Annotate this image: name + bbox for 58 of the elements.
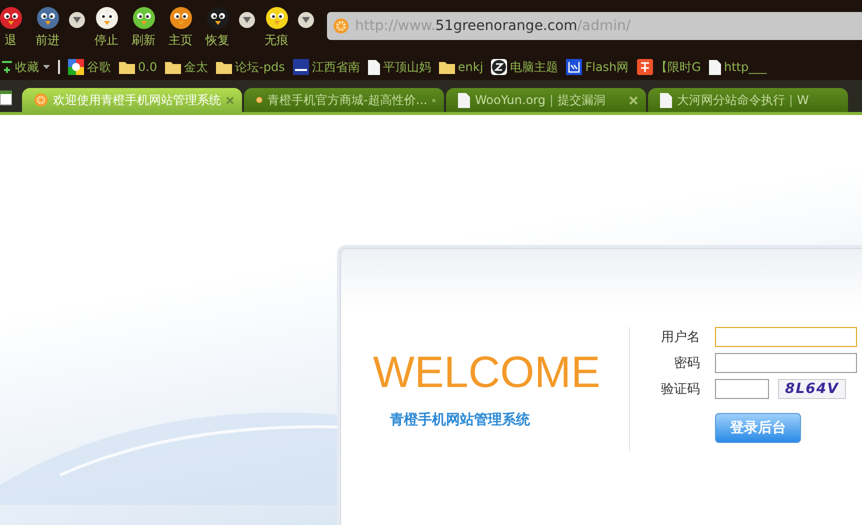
site-logo-icon	[566, 59, 582, 76]
toolbar-button[interactable]: 主页	[162, 0, 199, 49]
folder-icon	[165, 60, 182, 74]
folder-icon	[216, 60, 232, 74]
toolbar-button[interactable]: 停止	[88, 0, 125, 49]
system-title: 青橙手机网站管理系统	[390, 411, 531, 429]
input-field[interactable]	[715, 353, 857, 373]
bookmark-link[interactable]: Flash网	[566, 58, 629, 76]
toolbar-button[interactable]: 恢复	[199, 0, 236, 49]
field-label: 用户名	[660, 329, 700, 346]
bookmark-link[interactable]: http___	[708, 60, 767, 75]
captcha-field[interactable]	[715, 379, 769, 399]
tab-title: 欢迎使用青橙手机网站管理系统	[53, 92, 222, 109]
tab-title: 大河网分站命令执行｜W	[677, 92, 810, 109]
folder-icon	[119, 60, 135, 74]
page-icon	[660, 92, 672, 108]
tab-title: WooYun.org｜提交漏洞	[475, 92, 607, 109]
bookmark-link[interactable]: 【限时G	[636, 58, 701, 76]
folder-icon	[438, 60, 455, 74]
dropdown-button[interactable]	[69, 12, 85, 28]
close-icon[interactable]	[226, 96, 234, 105]
toolbar-button[interactable]: 退	[0, 0, 29, 49]
bookmark-link[interactable]: 江西省南	[292, 58, 360, 76]
bookmark-link[interactable]: 论坛-pds	[216, 58, 285, 76]
citrus-slice-icon	[333, 18, 349, 34]
caret-icon	[302, 17, 310, 23]
page-icon	[458, 92, 470, 108]
dropdown-button[interactable]	[298, 12, 314, 28]
plus-icon	[2, 60, 12, 74]
citrus-slice-icon	[34, 92, 48, 108]
bookmark-link[interactable]: 收藏	[2, 58, 39, 76]
toolbar-button[interactable]: 前进	[29, 0, 66, 49]
page-icon	[368, 60, 380, 75]
site-logo-icon	[68, 59, 84, 76]
bookmark-link[interactable]: 平顶山妈	[368, 58, 431, 76]
input-field[interactable]	[715, 327, 857, 347]
welcome-heading: WELCOME	[373, 349, 602, 397]
caret-icon	[243, 17, 251, 23]
toolbar-button[interactable]: 刷新	[125, 0, 162, 49]
window-icon[interactable]	[0, 90, 12, 106]
site-logo-icon	[292, 59, 309, 76]
close-icon[interactable]	[629, 96, 638, 105]
bookmark-link[interactable]: 谷歌	[68, 58, 111, 76]
page-icon	[708, 60, 721, 75]
bookmark-link[interactable]: 电脑主题	[491, 58, 558, 76]
caret-icon	[73, 17, 81, 23]
bookmark-link[interactable]: 金太	[165, 58, 208, 76]
bookmark-link[interactable]: enkj	[438, 60, 484, 74]
site-logo-icon	[491, 59, 508, 76]
bookmark-link[interactable]: 0.0	[119, 60, 158, 74]
site-logo-icon	[636, 59, 653, 76]
field-label: 密码	[673, 355, 700, 372]
field-label: 验证码	[660, 381, 700, 398]
toolbar-button[interactable]: 无痕	[258, 0, 295, 49]
captcha-image: 8L64V	[778, 379, 846, 399]
dropdown-button[interactable]	[239, 12, 255, 28]
caret-icon[interactable]	[43, 65, 50, 70]
tab-title: 青橙手机官方商城-超高性价...	[268, 92, 428, 109]
